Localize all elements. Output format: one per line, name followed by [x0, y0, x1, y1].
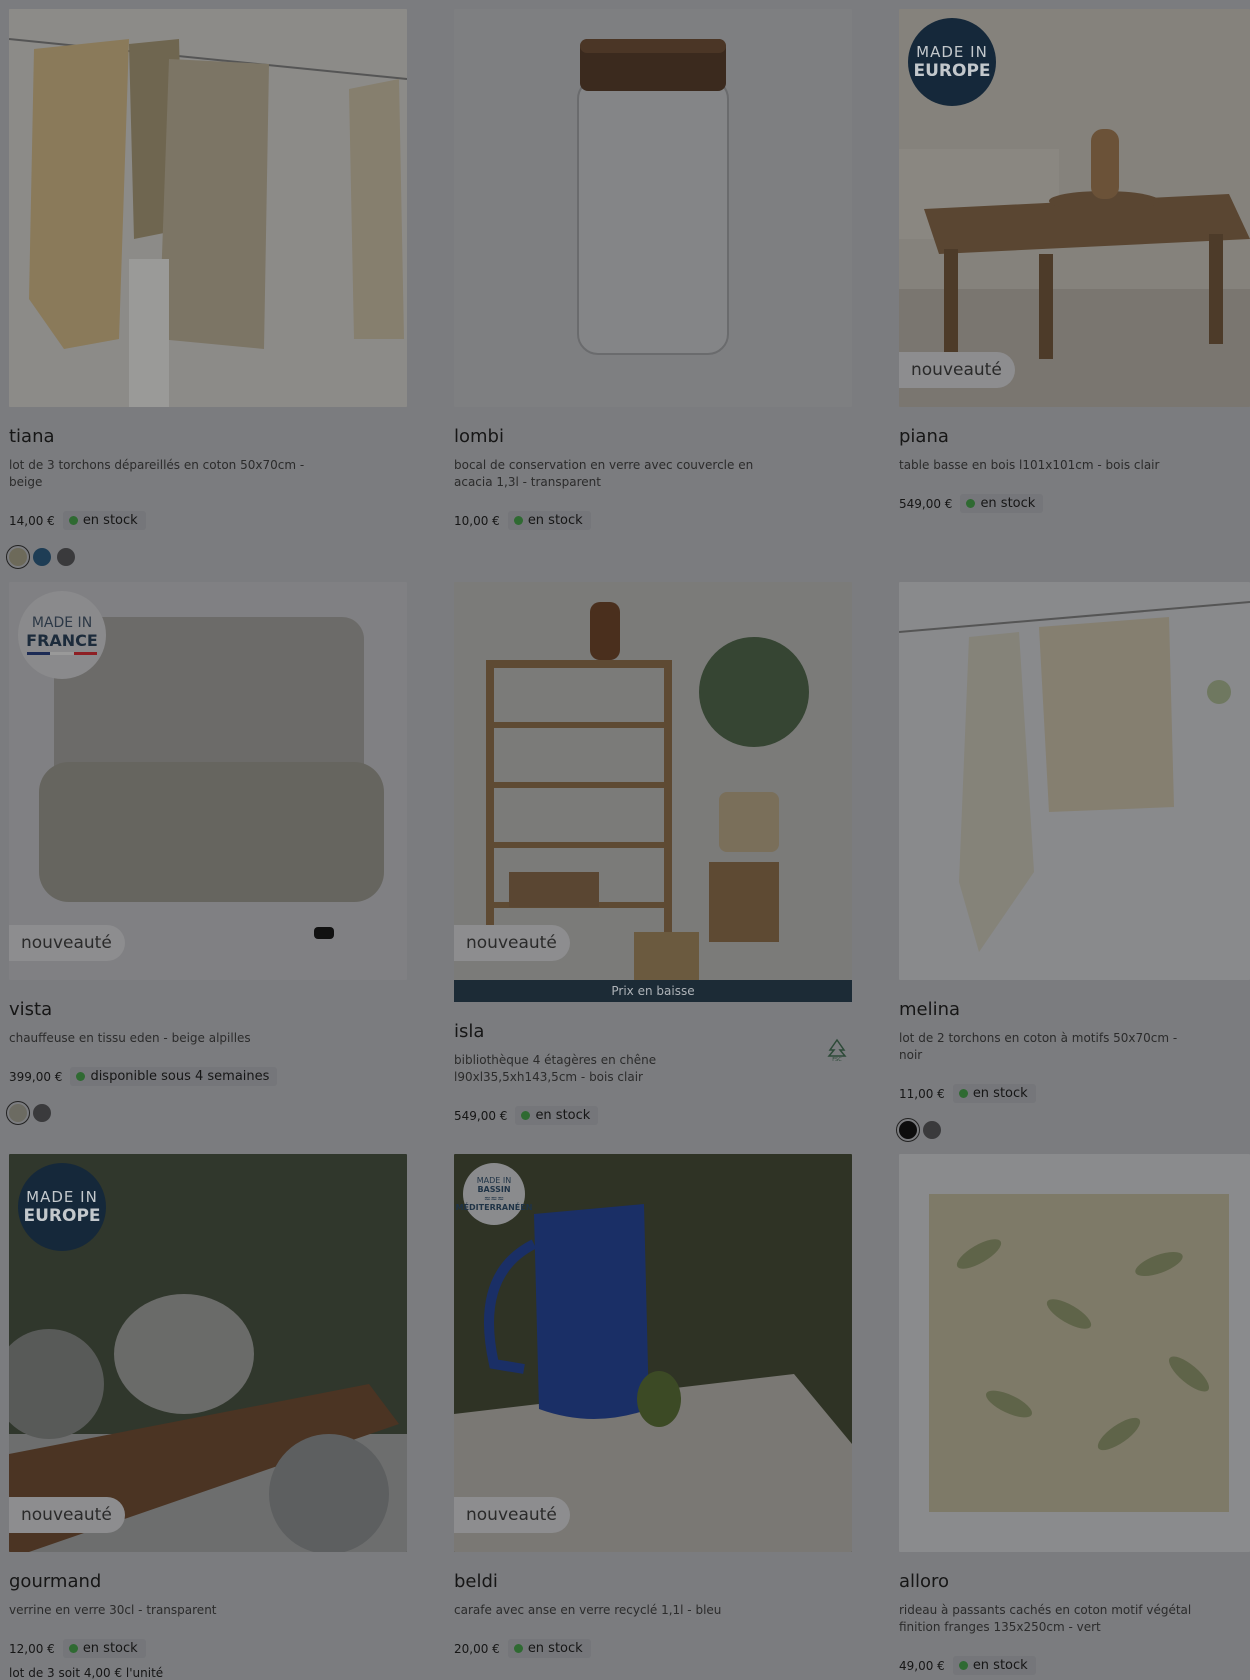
product-card-piana[interactable]: MADE IN EUROPE nouveauté piana table bas…	[899, 9, 1250, 513]
product-description: bibliothèque 4 étagères en chêne l90xl35…	[454, 1053, 657, 1084]
product-description: carafe avec anse en verre recyclé 1,1l -…	[454, 1603, 722, 1617]
product-image-gourmand[interactable]: MADE IN EUROPE nouveauté	[9, 1154, 407, 1552]
color-swatch[interactable]	[57, 548, 75, 566]
stock-dot-icon	[521, 1111, 531, 1120]
product-title[interactable]: gourmand	[9, 1570, 407, 1594]
stock-label: en stock	[980, 496, 1036, 511]
stock-badge: en stock	[515, 1106, 599, 1125]
stock-label: en stock	[972, 1658, 1028, 1673]
product-title[interactable]: isla	[454, 1020, 852, 1044]
new-badge: nouveauté	[454, 925, 570, 961]
color-swatch[interactable]	[33, 548, 51, 566]
made-in-europe-badge: MADE IN EUROPE	[18, 1163, 106, 1251]
product-price: 10,00 €	[454, 513, 500, 528]
new-badge: nouveauté	[454, 1497, 570, 1533]
color-swatch[interactable]	[896, 1118, 920, 1142]
product-price: 399,00 €	[9, 1069, 63, 1084]
made-in-mediterranean-badge: MADE IN BASSIN ≈≈≈ MÉDITERRANÉEN	[456, 1163, 532, 1225]
new-badge: nouveauté	[9, 1497, 125, 1533]
color-swatches	[6, 545, 407, 569]
stock-label: en stock	[527, 513, 583, 528]
stock-badge: disponible sous 4 semaines	[70, 1067, 278, 1086]
product-image-isla[interactable]: nouveauté	[454, 582, 852, 980]
stock-badge: en stock	[62, 511, 146, 530]
product-price: 11,00 €	[899, 1086, 945, 1101]
product-price: 549,00 €	[454, 1108, 508, 1123]
color-swatch[interactable]	[6, 1101, 30, 1125]
price-drop-ribbon: Prix en baisse	[454, 980, 852, 1002]
stock-badge: en stock	[507, 1639, 591, 1658]
product-image-beldi[interactable]: MADE IN BASSIN ≈≈≈ MÉDITERRANÉEN nouveau…	[454, 1154, 852, 1552]
new-badge: nouveauté	[899, 352, 1015, 388]
unit-price-note: lot de 3 soit 4,00 € l'unité	[9, 1666, 164, 1680]
product-description: chauffeuse en tissu eden - beige alpille…	[9, 1031, 251, 1045]
stock-label: disponible sous 4 semaines	[90, 1069, 270, 1084]
product-image-tiana[interactable]	[9, 9, 407, 407]
product-description: bocal de conservation en verre avec couv…	[454, 458, 754, 489]
product-price: 20,00 €	[454, 1641, 500, 1656]
product-card-tiana[interactable]: tiana lot de 3 torchons dépareillés en c…	[6, 9, 407, 569]
made-in-europe-badge: MADE IN EUROPE	[908, 18, 996, 106]
product-card-melina[interactable]: melina lot de 2 torchons en coton à moti…	[896, 582, 1250, 1142]
product-image-vista[interactable]: MADE IN FRANCE nouveauté	[9, 582, 407, 980]
color-swatches	[6, 1101, 407, 1125]
product-card-gourmand[interactable]: MADE IN EUROPE nouveauté gourmand verrin…	[9, 1154, 407, 1680]
svg-text:FSC: FSC	[832, 1057, 842, 1062]
product-title[interactable]: melina	[899, 998, 1250, 1022]
stock-dot-icon	[76, 1072, 86, 1081]
stock-label: en stock	[82, 513, 138, 528]
stock-badge: en stock	[62, 1639, 146, 1658]
stock-badge: en stock	[960, 494, 1044, 513]
stock-badge: en stock	[507, 511, 591, 530]
stock-label: en stock	[82, 1641, 138, 1656]
new-badge: nouveauté	[9, 925, 125, 961]
stock-dot-icon	[966, 499, 976, 508]
stock-dot-icon	[513, 516, 523, 525]
product-title[interactable]: lombi	[454, 425, 852, 449]
stock-dot-icon	[513, 1644, 523, 1653]
product-card-alloro[interactable]: alloro rideau à passants cachés en coton…	[899, 1154, 1250, 1675]
color-swatch[interactable]	[6, 545, 30, 569]
product-image-alloro[interactable]	[899, 1154, 1250, 1552]
stock-dot-icon	[958, 1661, 968, 1670]
product-description: table basse en bois l101x101cm - bois cl…	[899, 458, 1160, 472]
product-title[interactable]: vista	[9, 998, 407, 1022]
product-price: 549,00 €	[899, 496, 953, 511]
color-swatch[interactable]	[33, 1104, 51, 1122]
product-image-piana[interactable]: MADE IN EUROPE nouveauté	[899, 9, 1250, 407]
stock-dot-icon	[958, 1089, 968, 1098]
color-swatches	[896, 1118, 1250, 1142]
product-price: 12,00 €	[9, 1641, 55, 1656]
made-in-france-badge: MADE IN FRANCE	[18, 591, 106, 679]
product-card-vista[interactable]: MADE IN FRANCE nouveauté vista chauffeus…	[6, 582, 407, 1125]
product-price: 49,00 €	[899, 1658, 945, 1673]
product-description: lot de 2 torchons en coton à motifs 50x7…	[899, 1031, 1178, 1062]
product-image-melina[interactable]	[899, 582, 1250, 980]
stock-dot-icon	[68, 516, 78, 525]
product-title[interactable]: tiana	[9, 425, 407, 449]
product-card-lombi[interactable]: lombi bocal de conservation en verre ave…	[454, 9, 852, 530]
stock-label: en stock	[535, 1108, 591, 1123]
product-image-lombi[interactable]	[454, 9, 852, 407]
stock-badge: en stock	[952, 1084, 1036, 1103]
product-title[interactable]: piana	[899, 425, 1250, 449]
product-description: lot de 3 torchons dépareillés en coton 5…	[9, 458, 305, 489]
product-price: 14,00 €	[9, 513, 55, 528]
product-description: rideau à passants cachés en coton motif …	[899, 1603, 1192, 1634]
product-title[interactable]: beldi	[454, 1570, 852, 1594]
stock-dot-icon	[68, 1644, 78, 1653]
fsc-tree-icon: FSC	[827, 1038, 847, 1062]
color-swatch[interactable]	[923, 1121, 941, 1139]
stock-label: en stock	[972, 1086, 1028, 1101]
stock-badge: en stock	[952, 1656, 1036, 1675]
product-card-isla[interactable]: nouveauté Prix en baisse isla FSC biblio…	[454, 582, 852, 1125]
product-title[interactable]: alloro	[899, 1570, 1250, 1594]
stock-label: en stock	[527, 1641, 583, 1656]
product-description: verrine en verre 30cl - transparent	[9, 1603, 217, 1617]
product-card-beldi[interactable]: MADE IN BASSIN ≈≈≈ MÉDITERRANÉEN nouveau…	[454, 1154, 852, 1658]
